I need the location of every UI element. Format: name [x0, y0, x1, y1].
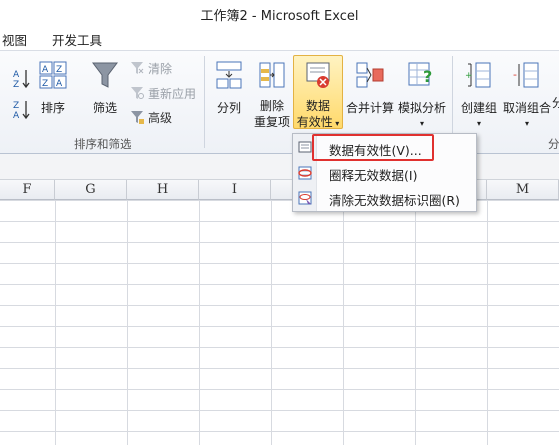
svg-text:Z: Z [13, 101, 19, 111]
svg-text:-: - [513, 68, 517, 81]
tab-developer[interactable]: 开发工具 [52, 30, 102, 49]
window-title: 工作簿2 - Microsoft Excel [200, 9, 359, 24]
remove-duplicates-label-2: 重复项 [253, 115, 290, 129]
what-if-analysis-icon: ? [408, 62, 432, 86]
menu-item-circle-invalid-label: 圈释无效数据(I) [329, 168, 418, 183]
filter-funnel-icon [92, 62, 118, 88]
group-rows-icon: + [465, 62, 491, 88]
reapply-filter-label: 重新应用 [148, 87, 197, 101]
tab-view[interactable]: 视图 [2, 30, 27, 49]
data-validation-label-2: 有效性 ▾ [293, 114, 343, 132]
remove-duplicates-icon [259, 62, 285, 88]
group-separator [204, 56, 205, 148]
menu-item-circle-invalid[interactable]: 圈释无效数据(I) [293, 161, 476, 185]
column-header-g[interactable]: G [55, 180, 127, 200]
advanced-filter-button[interactable]: 高级 [130, 110, 172, 126]
advanced-filter-label: 高级 [148, 111, 173, 125]
svg-text:Z: Z [56, 65, 62, 75]
highlight-annotation [312, 134, 434, 161]
column-header-f[interactable]: F [0, 180, 55, 200]
title-bar: 工作簿2 - Microsoft Excel [0, 0, 559, 26]
remove-duplicates-label-1: 删除 [259, 99, 284, 113]
clear-filter-button[interactable]: 清除 [130, 61, 172, 77]
svg-text:?: ? [423, 67, 432, 86]
circle-invalid-icon [298, 166, 312, 180]
sort-dialog-icon: A Z Z A [39, 61, 67, 89]
column-header-m[interactable]: M [487, 180, 559, 200]
sort-descending-icon: Z A [13, 101, 30, 121]
consolidate-button[interactable]: 合并计算 [345, 60, 395, 120]
reapply-filter-button[interactable]: 重新应用 [130, 86, 196, 102]
data-validation-label-2-text: 有效性 [296, 115, 333, 129]
sort-filter-group-label: 排序和筛选 [74, 137, 132, 151]
ungroup-rows-icon: - [513, 62, 539, 88]
filter-button[interactable]: 筛选 [88, 60, 122, 120]
data-validation-label-1: 数据 [305, 99, 330, 113]
data-validation-icon [298, 141, 312, 153]
split-columns-icon [216, 61, 242, 89]
sort-label: 排序 [40, 101, 65, 115]
what-if-analysis-label: 模拟分析 [397, 101, 446, 115]
group-dropdown-arrow-icon: ▾ [476, 119, 481, 128]
dropdown-arrow-icon: ▾ [332, 119, 340, 128]
filter-label: 筛选 [92, 101, 117, 115]
svg-text:A: A [13, 111, 20, 120]
outline-group-label-partial: 分 [548, 137, 559, 151]
sort-ascending-icon: A Z [13, 70, 30, 90]
sort-descending-button[interactable]: Z A [12, 98, 32, 123]
text-to-columns-label: 分列 [216, 101, 241, 115]
ungroup-label: 取消组合 [502, 101, 551, 115]
menu-item-clear-circles-label: 清除无效数据标识圈(R) [329, 193, 460, 208]
svg-text:Z: Z [13, 80, 19, 89]
column-header-i[interactable]: I [199, 180, 271, 200]
svg-text:A: A [13, 70, 20, 80]
reapply-filter-icon [131, 87, 144, 99]
clear-filter-label: 清除 [148, 62, 173, 76]
svg-text:+: + [465, 71, 473, 81]
data-validation-icon [306, 62, 330, 88]
sort-button[interactable]: A Z Z A 排序 [36, 60, 70, 120]
ungroup-button[interactable]: - 取消组合 ▾ [502, 60, 552, 128]
svg-text:Z: Z [42, 79, 48, 89]
what-if-dropdown-arrow-icon: ▾ [419, 119, 424, 128]
advanced-filter-icon [131, 111, 144, 124]
consolidate-label: 合并计算 [345, 101, 394, 115]
consolidate-icon [356, 62, 384, 88]
ungroup-dropdown-arrow-icon: ▾ [524, 119, 529, 128]
sort-ascending-button[interactable]: A Z [12, 67, 32, 92]
what-if-analysis-button[interactable]: ? 模拟分析 ▾ [396, 60, 448, 128]
clear-filter-icon [131, 62, 144, 74]
column-header-h[interactable]: H [127, 180, 199, 200]
clear-circles-icon [298, 191, 312, 205]
svg-text:A: A [56, 79, 63, 89]
group-label: 创建组 [460, 101, 497, 115]
menu-item-clear-circles[interactable]: 清除无效数据标识圈(R) [293, 186, 476, 210]
svg-text:A: A [42, 65, 49, 75]
group-button[interactable]: + 创建组 ▾ [457, 60, 501, 128]
worksheet-grid[interactable] [0, 200, 559, 445]
ribbon-tabs: 视图 开发工具 [0, 26, 559, 50]
text-to-columns-button[interactable]: 分列 [212, 60, 246, 120]
remove-duplicates-button[interactable]: 删除 重复项 [250, 60, 294, 129]
data-validation-content: 数据 有效性 ▾ [293, 60, 343, 129]
subtotal-button-partial[interactable]: 分 [552, 95, 559, 111]
